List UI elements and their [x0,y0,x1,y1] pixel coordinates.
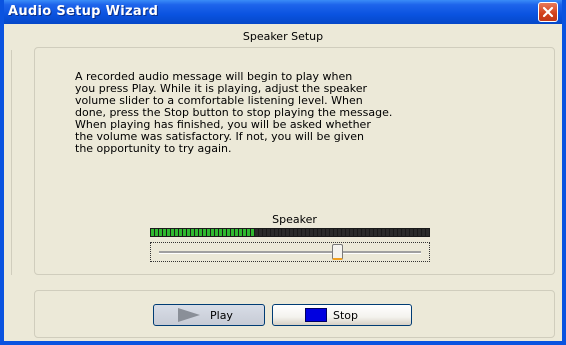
button-panel: Play Stop [34,290,555,338]
meter-segment [158,229,162,236]
meter-segment [270,229,274,236]
meter-segment [310,229,314,236]
meter-segment [238,229,242,236]
meter-segment [166,229,170,236]
meter-segment [218,229,222,236]
meter-segment [190,229,194,236]
meter-segment [258,229,262,236]
meter-segment [286,229,290,236]
meter-segment [358,229,362,236]
meter-segment [318,229,322,236]
meter-segment [214,229,218,236]
meter-segment [266,229,270,236]
meter-segment [170,229,174,236]
meter-segment [226,229,230,236]
meter-segment [178,229,182,236]
meter-segment [282,229,286,236]
close-icon [542,6,554,18]
meter-segment [406,229,409,236]
slider-track [159,251,421,254]
meter-segment [151,229,154,236]
meter-segment [186,229,190,236]
meter-segment [202,229,206,236]
section-title: Speaker Setup [242,30,324,43]
close-button[interactable] [538,2,558,22]
meter-segment [250,229,254,236]
meter-segment [338,229,342,236]
meter-segment [421,229,425,236]
meter-segment [370,229,374,236]
meter-segment [242,229,246,236]
meter-segment [417,229,421,236]
play-icon [178,308,200,322]
title-bar: Audio Setup Wizard [4,0,562,24]
meter-segment [162,229,166,236]
stop-icon [305,308,327,322]
meter-segment [378,229,382,236]
meter-segment [413,229,417,236]
meter-segment [198,229,202,236]
meter-segment [394,229,398,236]
meter-segment [222,229,226,236]
meter-segment [262,229,266,236]
meter-segment [174,229,178,236]
meter-segment [386,229,390,236]
left-divider [11,50,12,275]
meter-segment [182,229,186,236]
speaker-volume-slider[interactable] [150,242,430,262]
stop-button[interactable]: Stop [272,304,412,326]
meter-segment [274,229,278,236]
meter-segment [254,229,258,236]
meter-segment [294,229,298,236]
meter-segment [302,229,306,236]
meter-segment [402,229,405,236]
meter-segment [306,229,310,236]
meter-segment [234,229,238,236]
meter-segment [425,229,429,236]
meter-segment [366,229,370,236]
speaker-level-meter [150,228,430,237]
meter-segment [382,229,386,236]
meter-segment [298,229,302,236]
meter-segment [346,229,350,236]
meter-segment [322,229,326,236]
meter-segment [246,229,250,236]
meter-segment [326,229,330,236]
meter-segment [409,229,413,236]
meter-segment [342,229,346,236]
play-label: Play [210,308,233,322]
meter-segment [350,229,354,236]
stop-label: Stop [333,308,359,322]
instructions-text: A recorded audio message will begin to p… [75,70,393,155]
meter-segment [314,229,318,236]
meter-segment [398,229,402,236]
window-title: Audio Setup Wizard [8,4,159,19]
meter-segment [362,229,366,236]
speaker-label: Speaker [272,213,317,226]
meter-segment [210,229,214,236]
play-button[interactable]: Play [153,304,265,326]
audio-setup-window: Audio Setup Wizard Speaker Setup A recor… [0,0,566,345]
meter-segment [374,229,378,236]
meter-segment [206,229,210,236]
meter-segment [354,229,358,236]
meter-segment [194,229,198,236]
speaker-setup-panel: A recorded audio message will begin to p… [34,47,555,275]
meter-segment [230,229,234,236]
meter-segment [278,229,282,236]
meter-segment [334,229,338,236]
slider-thumb[interactable] [332,244,343,260]
meter-segment [154,229,158,236]
meter-segment [390,229,394,236]
meter-segment [290,229,294,236]
meter-segment [330,229,334,236]
